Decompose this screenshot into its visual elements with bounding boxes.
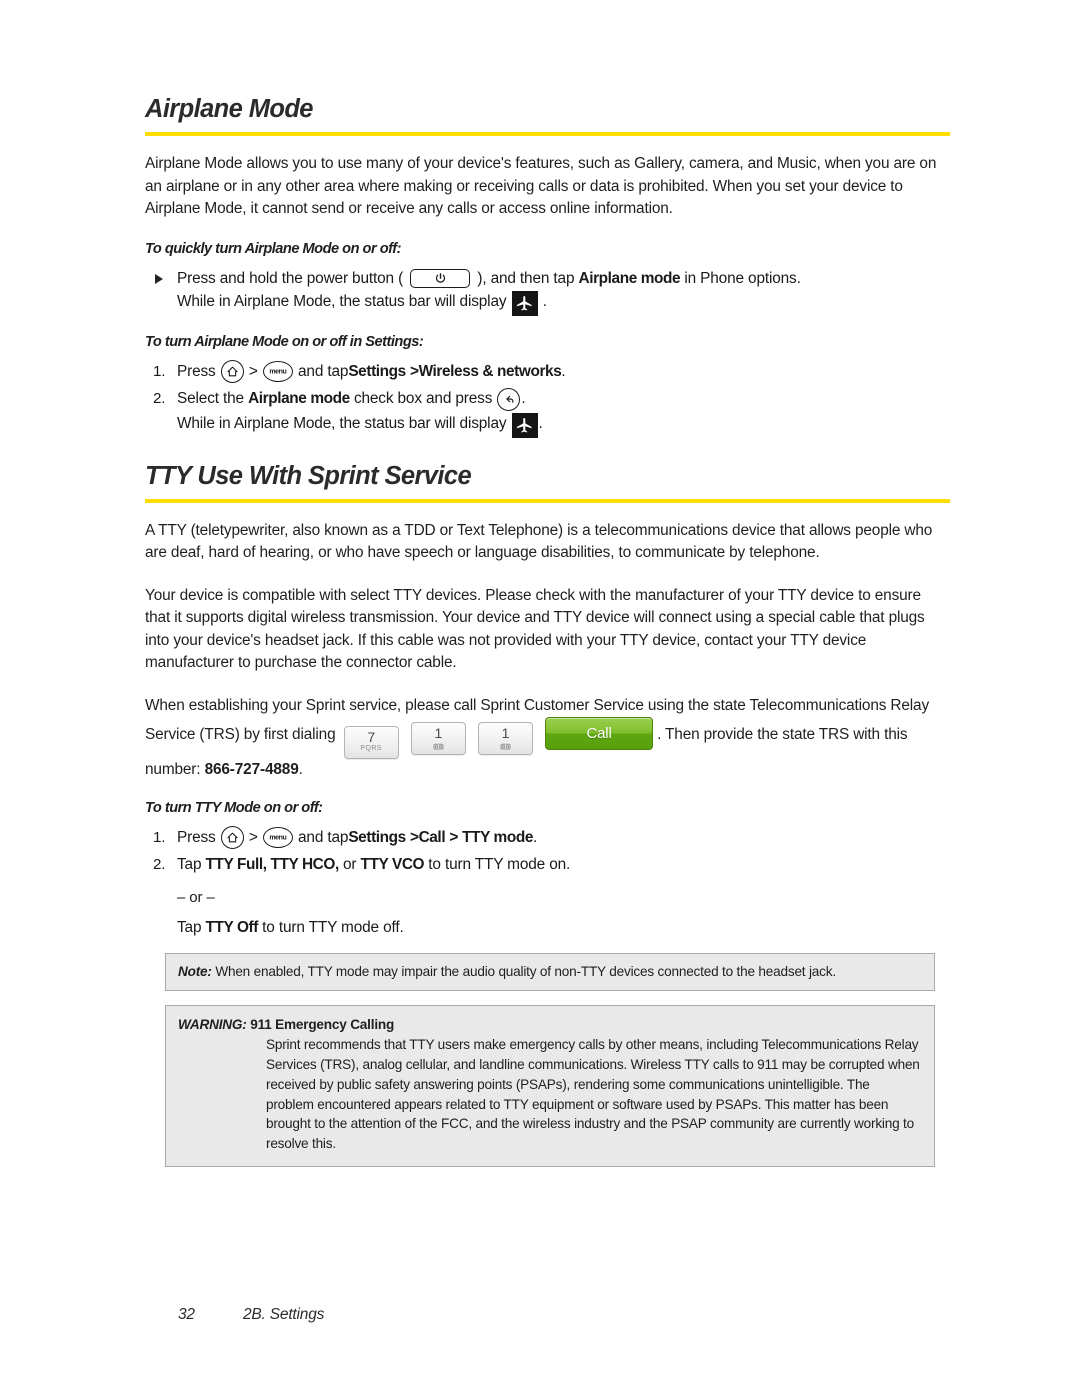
warning-label: WARNING: <box>178 1016 247 1032</box>
manual-page-content: Airplane Mode Airplane Mode allows you t… <box>145 95 950 1167</box>
bullet-text-5: . <box>542 292 547 310</box>
dialpad-key-1-first: 1 <box>410 722 466 756</box>
step-text-tap-2: Tap <box>177 919 202 937</box>
home-key-icon <box>220 826 244 850</box>
step-separator-1: > <box>248 828 258 846</box>
airplane-intro-paragraph: Airplane Mode allows you to use many of … <box>145 155 937 218</box>
bullet-text-1: Press and hold the power button ( <box>177 269 404 287</box>
step-bold-wireless-networks: Wireless & networks <box>418 362 562 380</box>
subhead-quick-toggle: To quickly turn Airplane Mode on or off: <box>145 240 401 257</box>
page-title-tty-use: TTY Use With Sprint Service <box>145 461 472 490</box>
bullet-text-4: While in Airplane Mode, the status bar w… <box>177 292 507 310</box>
step-number: 2. <box>153 390 166 408</box>
tty-paragraph-2: Your device is compatible with select TT… <box>145 586 925 672</box>
or-divider-text: – or – <box>177 889 215 907</box>
step-separator-2: > <box>409 828 419 846</box>
home-key-icon <box>220 360 244 384</box>
airplane-settings-steps: 1. Press > menu and tapSettings >Wireles… <box>145 360 950 438</box>
step-text-turn-on: to turn TTY mode on. <box>428 856 571 874</box>
tty-paragraph-3: When establishing your Sprint service, p… <box>145 695 950 782</box>
step-text-tap: Tap <box>177 856 202 874</box>
menu-key-label: menu <box>269 834 287 842</box>
step-bold-call: Call <box>418 828 446 846</box>
call-button-label: Call <box>586 724 612 742</box>
step-text-press: Press <box>177 828 216 846</box>
step-bold-settings: Settings <box>348 362 406 380</box>
voicemail-icon <box>479 741 532 751</box>
step-separator-2: > <box>409 362 419 380</box>
heading-rule-tty <box>145 498 950 503</box>
step-period-3: . <box>538 414 543 432</box>
bullet-bold-airplane-mode: Airplane mode <box>578 269 681 287</box>
list-item: 1. Press > menu and tapSettings >Wireles… <box>145 360 950 385</box>
step-bold-tty-vco: TTY VCO <box>360 856 425 874</box>
note-text: When enabled, TTY mode may impair the au… <box>215 963 836 979</box>
bullet-text-2: ), and then tap <box>477 269 575 287</box>
list-item: Press and hold the power button ( ), and… <box>145 267 950 316</box>
step-third-line: Tap TTY Off to turn TTY mode off. <box>177 916 950 941</box>
warning-body-text: Sprint recommends that TTY users make em… <box>266 1037 920 1151</box>
menu-key-icon: menu <box>262 827 293 849</box>
dialpad-key-1-digit: 1 <box>501 725 510 742</box>
step-bold-tty-mode: TTY mode <box>462 828 533 846</box>
step-separator-3: > <box>449 828 458 846</box>
menu-key-icon: menu <box>262 361 293 383</box>
tty-p3-period: . <box>298 761 303 779</box>
step-bold-settings: Settings <box>348 828 406 846</box>
list-item: 1. Press > menu and tapSettings >Call > … <box>145 826 950 851</box>
back-key-icon <box>497 387 521 411</box>
step-text-checkbox: check box and press <box>353 390 493 408</box>
bullet-second-line: While in Airplane Mode, the status bar w… <box>177 290 950 316</box>
page-title-airplane-mode: Airplane Mode <box>145 95 313 123</box>
dialpad-key-7-digit: 7 <box>367 729 375 746</box>
step-number: 1. <box>153 828 166 846</box>
triangle-bullet-icon <box>155 273 163 284</box>
voicemail-icon <box>412 741 465 751</box>
list-item: 2. Tap TTY Full, TTY HCO, or TTY VCO to … <box>145 853 950 940</box>
step-number: 1. <box>153 362 166 380</box>
step-bold-tty-full-hco: TTY Full, TTY HCO, <box>205 856 340 874</box>
menu-key-label: menu <box>269 367 287 375</box>
heading-rule-airplane <box>145 132 950 137</box>
power-button-icon <box>410 268 471 288</box>
trs-phone-number: 866-727-4889 <box>204 761 299 779</box>
dialpad-key-7: 7 PQRS <box>343 726 399 760</box>
page-footer: 32 2B. Settings <box>178 1306 324 1324</box>
step-number: 2. <box>153 856 166 874</box>
tty-mode-steps: 1. Press > menu and tapSettings >Call > … <box>145 826 950 941</box>
warning-callout-box: WARNING: 911 Emergency Calling Sprint re… <box>165 1004 935 1167</box>
call-button-icon: Call <box>545 717 654 751</box>
step-separator-1: > <box>248 362 258 380</box>
dialpad-key-1-second: 1 <box>477 722 533 756</box>
warning-title: 911 Emergency Calling <box>250 1016 395 1032</box>
dialpad-key-1-digit: 1 <box>434 725 443 742</box>
step-text-turn-off: to turn TTY mode off. <box>262 919 404 937</box>
airplane-quick-bullet-list: Press and hold the power button ( ), and… <box>145 267 950 316</box>
airplane-status-icon <box>511 290 538 316</box>
list-item: 2. Select the Airplane mode check box an… <box>145 387 950 438</box>
step-text-or: or <box>342 856 357 874</box>
note-callout-box: Note: When enabled, TTY mode may impair … <box>165 952 935 991</box>
step-bold-tty-off: TTY Off <box>205 919 259 937</box>
step-text-and-tap: and tap <box>298 362 349 380</box>
step-text-statusbar: While in Airplane Mode, the status bar w… <box>177 414 507 432</box>
subhead-tty-toggle: To turn TTY Mode on or off: <box>145 799 323 816</box>
dialpad-key-7-letters: PQRS <box>360 745 382 753</box>
step-period-1: . <box>533 828 538 846</box>
step-text-press: Press <box>177 362 216 380</box>
tty-paragraph-1: A TTY (teletypewriter, also known as a T… <box>145 521 933 562</box>
subhead-settings-toggle: To turn Airplane Mode on or off in Setti… <box>145 333 424 350</box>
step-text-and-tap: and tap <box>298 828 349 846</box>
footer-chapter-title: 2B. Settings <box>243 1306 325 1323</box>
step-bold-airplane-mode: Airplane mode <box>248 390 350 408</box>
step-period-2: . <box>521 390 526 408</box>
step-text-select: Select the <box>177 390 244 408</box>
airplane-status-icon <box>511 412 538 438</box>
footer-page-number: 32 <box>178 1306 195 1323</box>
step-second-line: While in Airplane Mode, the status bar w… <box>177 412 950 438</box>
step-period-1: . <box>561 362 566 380</box>
bullet-text-3: in Phone options. <box>684 269 801 287</box>
note-label: Note: <box>178 963 212 979</box>
